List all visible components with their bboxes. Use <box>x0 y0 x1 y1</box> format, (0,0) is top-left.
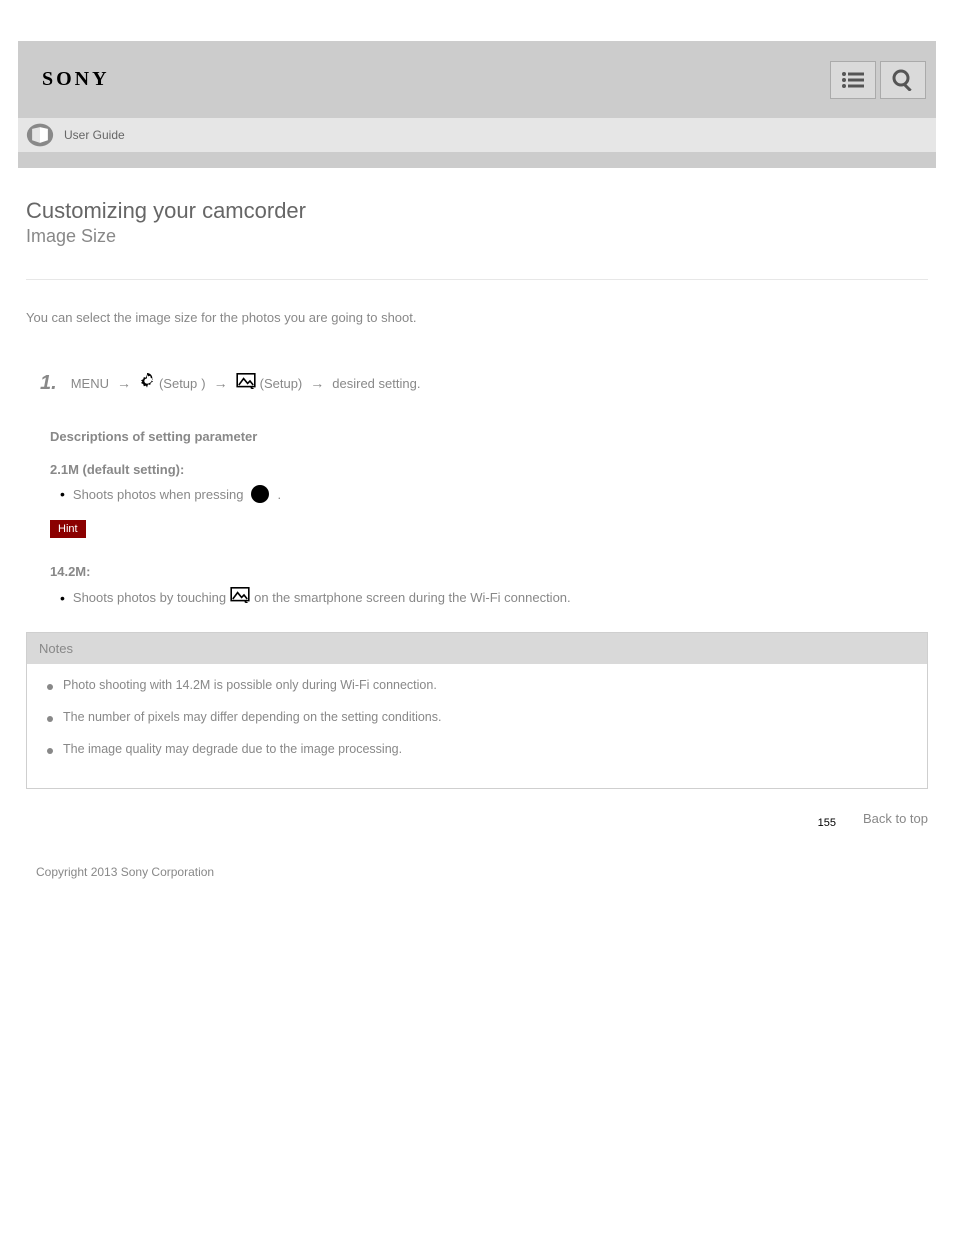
copyright: Copyright 2013 Sony Corporation <box>36 865 918 879</box>
arrow-icon: → <box>214 375 228 391</box>
step-submenu: (Setup) <box>260 376 303 391</box>
opt1-tail: . <box>277 485 281 505</box>
gear-icon <box>139 373 155 394</box>
breadcrumb-label: User Guide <box>64 128 125 142</box>
notes-box: Notes Photo shooting with 14.2M is possi… <box>26 632 928 789</box>
header-actions <box>830 61 926 99</box>
toc-button[interactable] <box>830 61 876 99</box>
brand-logo: SONY <box>42 68 110 91</box>
page-category: Customizing your camcorder <box>26 198 928 224</box>
sub-bar <box>18 152 936 168</box>
back-link-text: Back to top <box>863 811 928 826</box>
list-icon <box>841 71 865 89</box>
breadcrumb-bar: User Guide <box>18 118 936 152</box>
record-button-icon <box>251 485 269 503</box>
page-number: 155 <box>818 817 836 829</box>
param-opt2-title: 14.2M: <box>50 564 928 579</box>
search-button[interactable] <box>880 61 926 99</box>
intro-text: You can select the image size for the ph… <box>26 308 928 328</box>
param-opt2-desc: • Shoots photos by touching on the smart… <box>60 587 928 608</box>
bullet-icon <box>47 748 53 754</box>
bullet-icon: • <box>60 590 65 606</box>
note-item: The number of pixels may differ dependin… <box>47 710 907 724</box>
opt2-text-b: on the smartphone screen during the Wi-F… <box>254 588 571 608</box>
hint-badge: Hint <box>50 520 86 538</box>
page-title: Image Size <box>26 226 928 247</box>
note-text: The number of pixels may differ dependin… <box>63 710 441 724</box>
divider <box>26 279 928 280</box>
image-icon <box>230 587 250 608</box>
instruction-step: 1. MENU → (Setup ) → (Setup) → desired s… <box>26 372 928 395</box>
notes-heading: Notes <box>27 633 927 664</box>
parameter-section: Descriptions of setting parameter 2.1M (… <box>26 429 928 609</box>
bullet-icon <box>47 684 53 690</box>
arrow-icon: → <box>117 375 131 391</box>
param-opt1-desc: • Shoots photos when pressing . <box>60 485 928 505</box>
step-number: 1. <box>40 372 57 395</box>
note-item: The image quality may degrade due to the… <box>47 742 907 756</box>
step-menu: MENU <box>71 376 109 391</box>
bullet-icon: • <box>60 486 65 502</box>
page-content: Customizing your camcorder Image Size Yo… <box>18 168 936 879</box>
step-paren: ) <box>201 376 205 391</box>
back-to-top[interactable]: Back to top <box>26 809 928 829</box>
opt2-text-a: Shoots photos by touching <box>73 588 226 608</box>
note-text: The image quality may degrade due to the… <box>63 742 402 756</box>
notes-body: Photo shooting with 14.2M is possible on… <box>27 664 927 788</box>
param-heading: Descriptions of setting parameter <box>50 429 928 444</box>
note-text: Photo shooting with 14.2M is possible on… <box>63 678 437 692</box>
search-icon <box>892 69 914 91</box>
manual-icon <box>26 122 54 148</box>
arrow-icon: → <box>310 375 324 391</box>
note-item: Photo shooting with 14.2M is possible on… <box>47 678 907 692</box>
step-setup: (Setup <box>159 376 197 391</box>
param-opt1-title: 2.1M (default setting): <box>50 462 928 477</box>
header-bar: SONY <box>18 41 936 118</box>
bullet-icon <box>47 716 53 722</box>
opt1-text: Shoots photos when pressing <box>73 485 244 505</box>
step-tail: desired setting. <box>332 376 420 391</box>
image-icon <box>236 373 256 394</box>
